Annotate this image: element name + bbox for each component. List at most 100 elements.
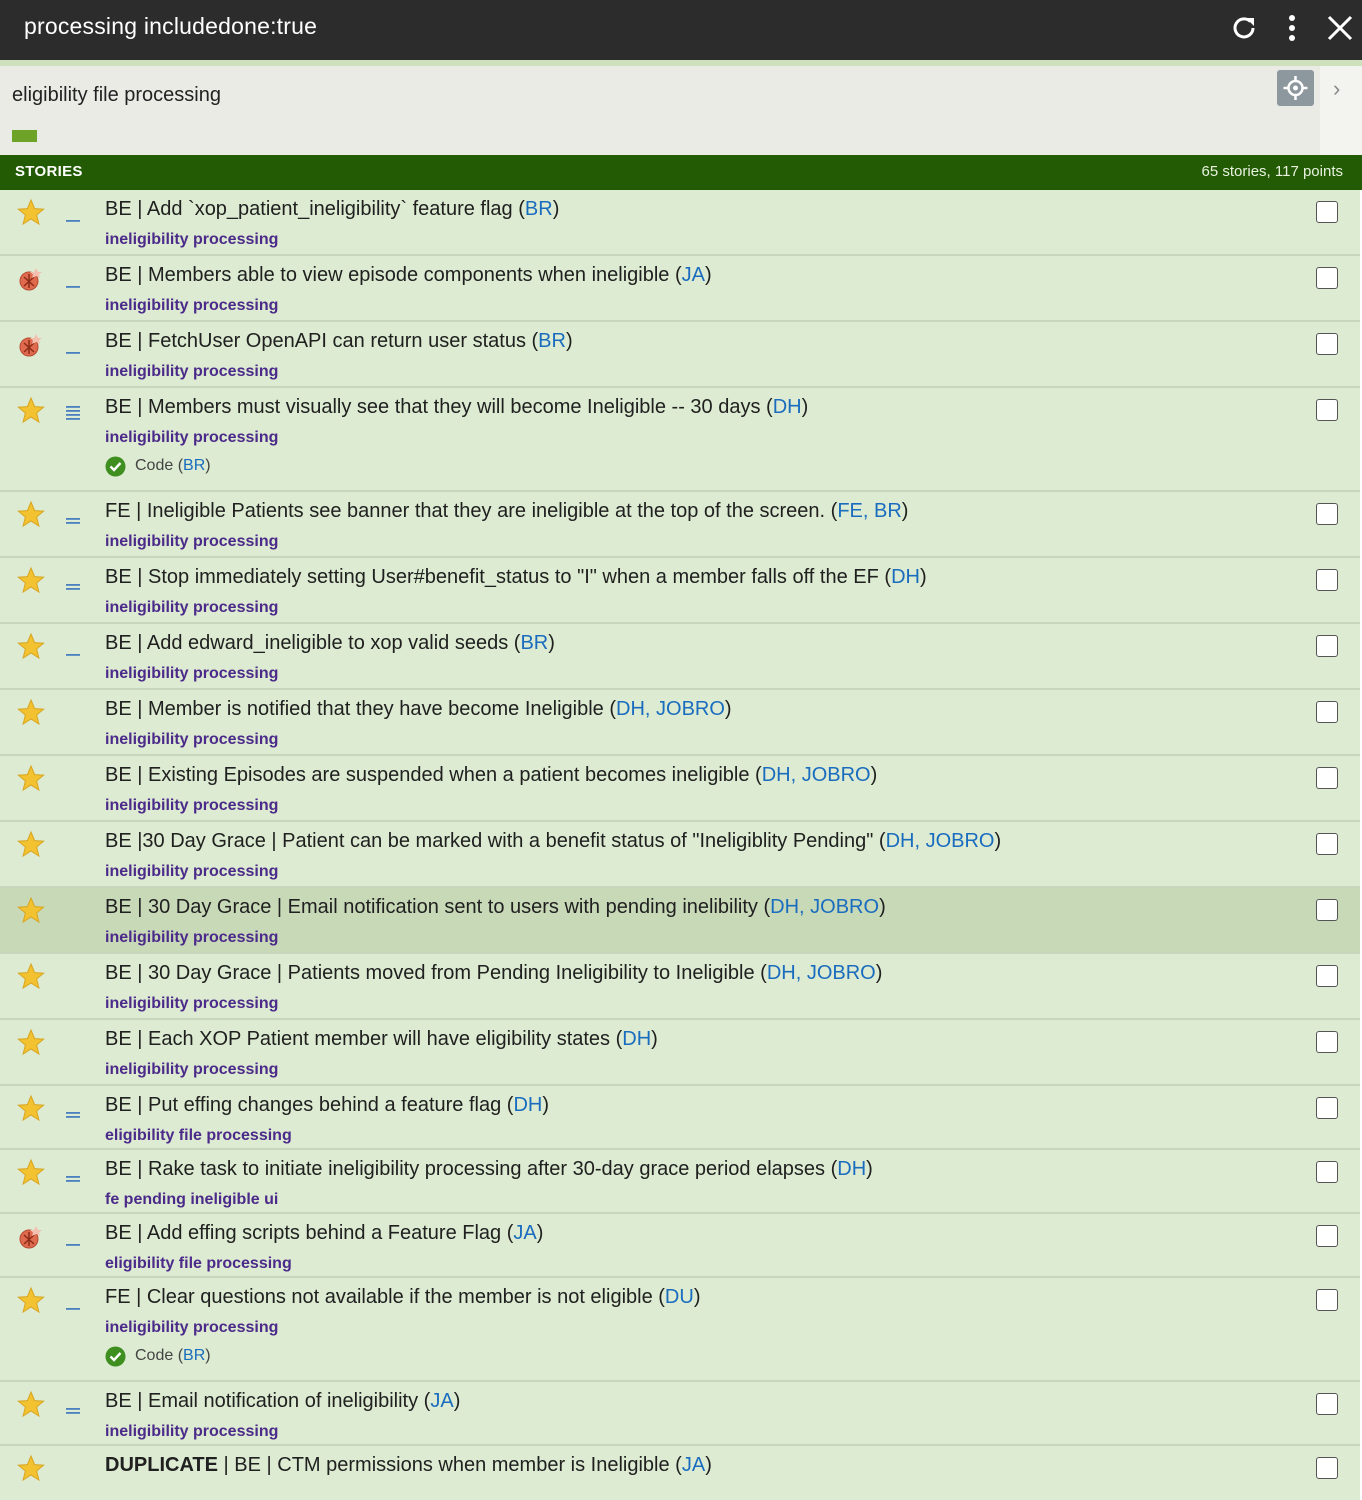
story-label[interactable]: ineligibility processing <box>105 533 278 551</box>
story-title[interactable]: BE | Member is notified that they have b… <box>105 698 732 721</box>
story-title[interactable]: BE | Rake task to initiate ineligibility… <box>105 1158 873 1181</box>
story-owners[interactable]: DH <box>773 396 802 418</box>
story-title[interactable]: BE | Add effing scripts behind a Feature… <box>105 1222 543 1245</box>
story-row[interactable]: BE | Add `xop_patient_ineligibility` fea… <box>0 190 1360 256</box>
story-title[interactable]: BE | 30 Day Grace | Email notification s… <box>105 896 886 919</box>
story-title[interactable]: BE | Existing Episodes are suspended whe… <box>105 764 877 787</box>
story-label[interactable]: ineligibility processing <box>105 995 278 1013</box>
story-row[interactable]: FE | Clear questions not available if th… <box>0 1278 1360 1382</box>
story-row[interactable]: BE | Add effing scripts behind a Feature… <box>0 1214 1360 1278</box>
story-owners[interactable]: DH <box>622 1028 651 1050</box>
story-label[interactable]: ineligibility processing <box>105 731 278 749</box>
story-row[interactable]: DUPLICATE | BE | CTM permissions when me… <box>0 1446 1360 1500</box>
story-owners[interactable]: BR <box>520 632 548 654</box>
story-label[interactable]: ineligibility processing <box>105 1319 278 1337</box>
story-label[interactable]: ineligibility processing <box>105 363 278 381</box>
story-title[interactable]: BE | Each XOP Patient member will have e… <box>105 1028 658 1051</box>
story-owners[interactable]: JA <box>430 1390 453 1412</box>
story-row[interactable]: BE | Put effing changes behind a feature… <box>0 1086 1360 1150</box>
refresh-icon[interactable] <box>1228 12 1260 44</box>
story-title[interactable]: BE | 30 Day Grace | Patients moved from … <box>105 962 882 985</box>
story-title[interactable]: DUPLICATE | BE | CTM permissions when me… <box>105 1454 712 1477</box>
epic-title[interactable]: eligibility file processing <box>12 84 221 107</box>
story-owners[interactable]: DU <box>665 1286 694 1308</box>
story-owners[interactable]: DH, JOBRO <box>762 764 871 786</box>
story-select-checkbox[interactable] <box>1316 1289 1338 1311</box>
story-row[interactable]: BE | Members able to view episode compon… <box>0 256 1360 322</box>
story-select-checkbox[interactable] <box>1316 833 1338 855</box>
story-row[interactable]: BE | Each XOP Patient member will have e… <box>0 1020 1360 1086</box>
story-select-checkbox[interactable] <box>1316 1393 1338 1415</box>
story-select-checkbox[interactable] <box>1316 1097 1338 1119</box>
story-row[interactable]: BE | Email notification of ineligibility… <box>0 1382 1360 1446</box>
close-icon[interactable] <box>1324 12 1356 44</box>
story-label[interactable]: ineligibility processing <box>105 599 278 617</box>
story-owners[interactable]: DH <box>837 1158 866 1180</box>
story-row[interactable]: BE | Member is notified that they have b… <box>0 690 1360 756</box>
story-row[interactable]: BE | 30 Day Grace | Email notification s… <box>0 888 1360 954</box>
story-title[interactable]: BE | FetchUser OpenAPI can return user s… <box>105 330 573 353</box>
story-label[interactable]: eligibility file processing <box>105 1255 292 1273</box>
story-owners[interactable]: DH <box>891 566 920 588</box>
story-title[interactable]: BE | Members able to view episode compon… <box>105 264 712 287</box>
story-title[interactable]: BE |30 Day Grace | Patient can be marked… <box>105 830 1001 853</box>
story-owners[interactable]: DH, JOBRO <box>616 698 725 720</box>
story-select-checkbox[interactable] <box>1316 1161 1338 1183</box>
story-owners[interactable]: BR <box>525 198 553 220</box>
story-select-checkbox[interactable] <box>1316 1031 1338 1053</box>
story-owners[interactable]: DH, JOBRO <box>770 896 879 918</box>
story-select-checkbox[interactable] <box>1316 1225 1338 1247</box>
story-row[interactable]: BE | Stop immediately setting User#benef… <box>0 558 1360 624</box>
story-row[interactable]: BE |30 Day Grace | Patient can be marked… <box>0 822 1360 888</box>
story-label[interactable]: ineligibility processing <box>105 1423 278 1441</box>
story-owners[interactable]: JA <box>513 1222 536 1244</box>
chevron-right-icon[interactable]: › <box>1333 76 1340 102</box>
story-title[interactable]: FE | Ineligible Patients see banner that… <box>105 500 908 523</box>
locate-button[interactable] <box>1277 70 1314 106</box>
story-title[interactable]: BE | Put effing changes behind a feature… <box>105 1094 549 1117</box>
story-owners[interactable]: FE, BR <box>837 500 901 522</box>
story-label[interactable]: ineligibility processing <box>105 1061 278 1079</box>
story-select-checkbox[interactable] <box>1316 965 1338 987</box>
story-label[interactable]: ineligibility processing <box>105 863 278 881</box>
more-options-icon[interactable] <box>1276 12 1308 44</box>
story-owners[interactable]: DH, JOBRO <box>886 830 995 852</box>
story-select-checkbox[interactable] <box>1316 767 1338 789</box>
story-owners[interactable]: JA <box>682 264 705 286</box>
story-title[interactable]: FE | Clear questions not available if th… <box>105 1286 700 1309</box>
story-row[interactable]: BE | Existing Episodes are suspended whe… <box>0 756 1360 822</box>
story-label[interactable]: ineligibility processing <box>105 297 278 315</box>
story-title[interactable]: BE | Members must visually see that they… <box>105 396 808 419</box>
story-label[interactable]: ineligibility processing <box>105 665 278 683</box>
story-title[interactable]: BE | Add edward_ineligible to xop valid … <box>105 632 555 655</box>
story-row[interactable]: BE | Members must visually see that they… <box>0 388 1360 492</box>
story-select-checkbox[interactable] <box>1316 635 1338 657</box>
story-select-checkbox[interactable] <box>1316 399 1338 421</box>
story-label[interactable]: fe pending ineligible ui <box>105 1191 278 1209</box>
story-row[interactable]: BE | 30 Day Grace | Patients moved from … <box>0 954 1360 1020</box>
story-label[interactable]: ineligibility processing <box>105 797 278 815</box>
story-select-checkbox[interactable] <box>1316 1457 1338 1479</box>
story-owners[interactable]: BR <box>538 330 566 352</box>
story-select-checkbox[interactable] <box>1316 201 1338 223</box>
story-select-checkbox[interactable] <box>1316 503 1338 525</box>
story-label[interactable]: ineligibility processing <box>105 429 278 447</box>
story-select-checkbox[interactable] <box>1316 569 1338 591</box>
story-title[interactable]: BE | Add `xop_patient_ineligibility` fea… <box>105 198 559 221</box>
story-row[interactable]: FE | Ineligible Patients see banner that… <box>0 492 1360 558</box>
story-row[interactable]: BE | Rake task to initiate ineligibility… <box>0 1150 1360 1214</box>
story-label[interactable]: ineligibility processing <box>105 231 278 249</box>
story-row[interactable]: BE | Add edward_ineligible to xop valid … <box>0 624 1360 690</box>
story-owners[interactable]: DH, JOBRO <box>767 962 876 984</box>
story-label[interactable]: eligibility file processing <box>105 1127 292 1145</box>
story-select-checkbox[interactable] <box>1316 899 1338 921</box>
story-select-checkbox[interactable] <box>1316 333 1338 355</box>
story-title[interactable]: BE | Email notification of ineligibility… <box>105 1390 460 1413</box>
story-row[interactable]: BE | FetchUser OpenAPI can return user s… <box>0 322 1360 388</box>
story-owners[interactable]: JA <box>682 1454 705 1476</box>
story-owners[interactable]: DH <box>513 1094 542 1116</box>
story-label[interactable]: ineligibility processing <box>105 929 278 947</box>
story-select-checkbox[interactable] <box>1316 267 1338 289</box>
story-title[interactable]: BE | Stop immediately setting User#benef… <box>105 566 927 589</box>
story-select-checkbox[interactable] <box>1316 701 1338 723</box>
